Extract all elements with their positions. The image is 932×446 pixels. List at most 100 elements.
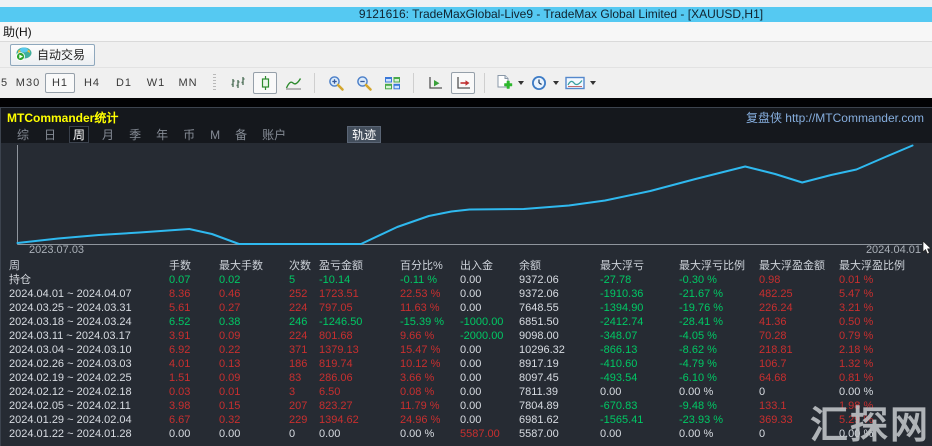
cell: 9372.06 xyxy=(519,287,600,301)
cell: 0.00 xyxy=(460,301,519,315)
cell: -2000.00 xyxy=(460,329,519,343)
zoom-in-icon[interactable] xyxy=(324,72,348,94)
cell: -1000.00 xyxy=(460,315,519,329)
toolbar-separator xyxy=(314,73,315,93)
templates-button[interactable] xyxy=(564,72,597,94)
cell: 0.00 xyxy=(460,371,519,385)
autotrading-button[interactable]: 自动交易 xyxy=(10,44,95,66)
cell: 3.98 xyxy=(169,399,219,413)
cell: 83 xyxy=(289,371,319,385)
cell: -15.39 % xyxy=(400,315,460,329)
tab-日[interactable]: 日 xyxy=(42,126,58,143)
column-header: 次数 xyxy=(289,259,319,273)
row-label: 2024.03.04 ~ 2024.03.10 xyxy=(9,343,169,357)
cell: 0.00 % xyxy=(839,427,931,441)
auto-scroll-icon[interactable] xyxy=(423,72,447,94)
cell: 207 xyxy=(289,399,319,413)
bar-chart-icon[interactable] xyxy=(225,72,249,94)
periods-button[interactable] xyxy=(529,72,560,94)
cell: 6.50 xyxy=(319,385,400,399)
tab-币[interactable]: 币 xyxy=(181,126,197,143)
cell: 4.01 xyxy=(169,357,219,371)
tab-年[interactable]: 年 xyxy=(154,126,170,143)
panel-title: MTCommander统计 xyxy=(7,109,118,126)
cell: 0.79 % xyxy=(839,329,931,343)
cell: 0.27 xyxy=(219,301,289,315)
cell: -670.83 xyxy=(600,399,679,413)
tab-备[interactable]: 备 xyxy=(233,126,249,143)
table-row: 2024.03.25 ~ 2024.03.315.610.27224797.05… xyxy=(1,301,932,315)
cell: -0.30 % xyxy=(679,273,759,287)
window-title: 9121616: TradeMaxGlobal-Live9 - TradeMax… xyxy=(359,7,763,21)
cell: 9098.00 xyxy=(519,329,600,343)
timeframe-button-M30[interactable]: M30 xyxy=(13,73,43,93)
cell: -0.11 % xyxy=(400,273,460,287)
row-label: 2024.02.19 ~ 2024.02.25 xyxy=(9,371,169,385)
table-row: 2024.01.22 ~ 2024.01.280.000.0000.000.00… xyxy=(1,427,932,441)
tab-周[interactable]: 周 xyxy=(69,126,89,143)
cell: 0.00 % xyxy=(679,427,759,441)
cell: 371 xyxy=(289,343,319,357)
mtcommander-panel: MTCommander统计 复盘侠 http://MTCommander.com… xyxy=(0,107,932,446)
cell: 0.00 xyxy=(460,343,519,357)
tab-月[interactable]: 月 xyxy=(100,126,116,143)
toolbar-separator xyxy=(413,73,414,93)
tab-账户[interactable]: 账户 xyxy=(260,126,288,143)
cell: 218.81 xyxy=(759,343,839,357)
cell: 186 xyxy=(289,357,319,371)
panel-link[interactable]: 复盘侠 http://MTCommander.com xyxy=(746,109,924,126)
cell: 1394.62 xyxy=(319,413,400,427)
row-label: 2024.02.26 ~ 2024.03.03 xyxy=(9,357,169,371)
panel-header: MTCommander统计 复盘侠 http://MTCommander.com xyxy=(1,108,932,126)
table-row: 2024.03.04 ~ 2024.03.106.920.223711379.1… xyxy=(1,343,932,357)
cell: 0.09 xyxy=(219,329,289,343)
row-label: 2024.03.18 ~ 2024.03.24 xyxy=(9,315,169,329)
cell: -9.48 % xyxy=(679,399,759,413)
cell: 0.81 % xyxy=(839,371,931,385)
column-header: 出入金 xyxy=(460,259,519,273)
row-label: 2024.01.29 ~ 2024.02.04 xyxy=(9,413,169,427)
x-axis-label-end: 2024.04.01 xyxy=(866,244,921,256)
chart-shift-icon[interactable] xyxy=(451,72,475,94)
mt4-window: 9121616: TradeMaxGlobal-Live9 - TradeMax… xyxy=(0,0,932,446)
dropdown-caret-icon[interactable] xyxy=(590,81,596,85)
timeframe-button-5[interactable]: 5 xyxy=(0,73,11,93)
menu-help[interactable]: 助(H) xyxy=(0,23,35,40)
tab-综[interactable]: 综 xyxy=(15,126,31,143)
timeframe-button-H1[interactable]: H1 xyxy=(45,73,75,93)
cell: 6.52 xyxy=(169,315,219,329)
cell: 369.33 xyxy=(759,413,839,427)
cell: -28.41 % xyxy=(679,315,759,329)
zoom-out-icon[interactable] xyxy=(352,72,376,94)
candlestick-chart-icon[interactable] xyxy=(253,72,277,94)
column-header: 余额 xyxy=(519,259,600,273)
cell: 6.92 xyxy=(169,343,219,357)
line-chart-icon[interactable] xyxy=(281,72,305,94)
dropdown-caret-icon[interactable] xyxy=(518,81,524,85)
tab-M[interactable]: M xyxy=(208,128,222,142)
autotrading-label: 自动交易 xyxy=(37,46,85,63)
timeframe-toolbar: 5M30H1H4D1W1MN xyxy=(0,68,932,98)
cell: -6.10 % xyxy=(679,371,759,385)
timeframe-button-MN[interactable]: MN xyxy=(173,73,203,93)
column-header: 盈亏金额 xyxy=(319,259,400,273)
tab-轨迹[interactable]: 轨迹 xyxy=(347,126,381,143)
tab-季[interactable]: 季 xyxy=(127,126,143,143)
dropdown-caret-icon[interactable] xyxy=(553,81,559,85)
timeframe-button-W1[interactable]: W1 xyxy=(141,73,171,93)
cell: -27.78 xyxy=(600,273,679,287)
cell: 106.7 xyxy=(759,357,839,371)
toolbar-gripper[interactable] xyxy=(212,74,217,92)
new-chart-button[interactable] xyxy=(494,72,525,94)
cell: 24.96 % xyxy=(400,413,460,427)
cell: 0.00 xyxy=(460,413,519,427)
tile-windows-icon[interactable] xyxy=(380,72,404,94)
cell: 7648.55 xyxy=(519,301,600,315)
cell: 2.18 % xyxy=(839,343,931,357)
timeframe-button-D1[interactable]: D1 xyxy=(109,73,139,93)
cell: 41.36 xyxy=(759,315,839,329)
table-row: 2024.02.26 ~ 2024.03.034.010.13186819.74… xyxy=(1,357,932,371)
cell: 0.38 xyxy=(219,315,289,329)
cell: 246 xyxy=(289,315,319,329)
timeframe-button-H4[interactable]: H4 xyxy=(77,73,107,93)
